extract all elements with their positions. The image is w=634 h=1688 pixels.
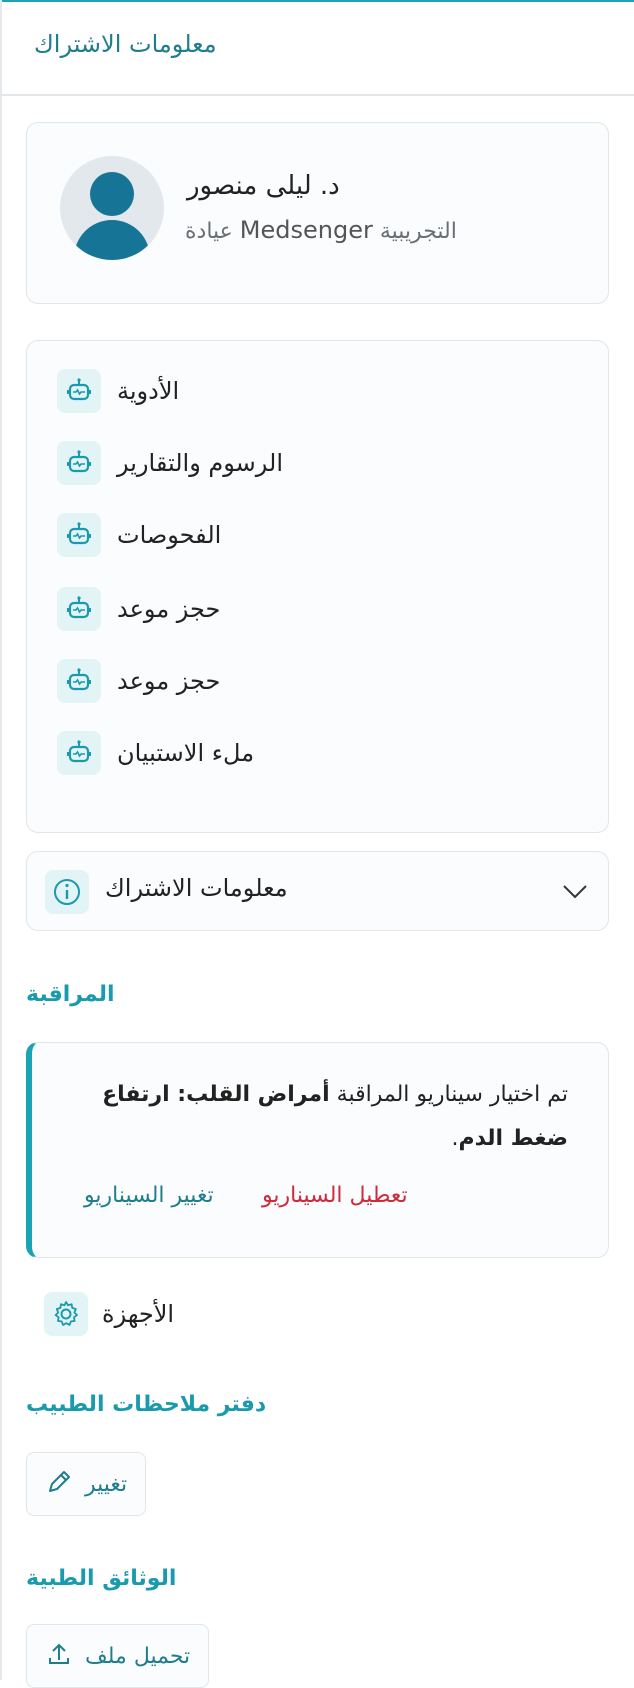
pencil-icon [45, 1468, 73, 1500]
robot-icon [57, 441, 101, 485]
service-item[interactable]: ملء الاستبيان [57, 731, 254, 775]
documents-title: الوثائق الطبية [26, 1566, 177, 1591]
service-item[interactable]: حجز موعد [57, 659, 220, 703]
doctor-profile-card: د. ليلى منصور التجريبية Medsenger عيادة [26, 122, 609, 304]
robot-icon [57, 659, 101, 703]
disable-scenario-link[interactable]: تعطيل السيناريو [262, 1183, 408, 1208]
service-label: الأدوية [117, 377, 180, 405]
service-item[interactable]: الأدوية [57, 369, 179, 413]
service-item[interactable]: حجز موعد [57, 587, 220, 631]
upload-file-button[interactable]: تحميل ملف [26, 1624, 210, 1688]
service-label: حجز موعد [117, 667, 221, 695]
devices-label: الأجهزة [102, 1300, 175, 1328]
chevron-down-icon [560, 876, 590, 910]
avatar-body [74, 220, 150, 260]
subscription-info-label: معلومات الاشتراك [105, 874, 288, 902]
services-list: الأدوية الرسوم والتقارير الفحوصات حجز مو… [26, 340, 609, 833]
monitoring-title: المراقبة [26, 982, 115, 1007]
doctor-name: د. ليلى منصور [187, 171, 340, 201]
service-label: الرسوم والتقارير [117, 449, 283, 477]
monitoring-card: تم اختيار سيناريو المراقبة أمراض القلب: … [26, 1042, 609, 1258]
subscription-info-toggle[interactable]: معلومات الاشتراك [26, 851, 609, 931]
clinic-prefix: التجريبية [379, 219, 457, 244]
upload-file-label: تحميل ملف [85, 1643, 191, 1669]
service-label: الفحوصات [117, 521, 222, 549]
robot-icon [57, 731, 101, 775]
change-scenario-link[interactable]: تغيير السيناريو [84, 1183, 214, 1208]
service-item[interactable]: الفحوصات [57, 513, 221, 557]
page-title: معلومات الاشتراك [34, 30, 217, 58]
service-label: ملء الاستبيان [117, 739, 255, 767]
robot-icon [57, 369, 101, 413]
gear-icon [44, 1292, 88, 1336]
left-border [0, 0, 2, 1680]
notebook-title: دفتر ملاحظات الطبيب [26, 1392, 267, 1417]
avatar-head [90, 172, 134, 216]
devices-item[interactable]: الأجهزة [44, 1292, 174, 1336]
clinic-name: التجريبية Medsenger عيادة [185, 216, 457, 244]
monitoring-text-prefix: تم اختيار سيناريو المراقبة [336, 1082, 568, 1107]
info-icon [45, 870, 89, 914]
edit-notebook-button[interactable]: تغيير [26, 1452, 147, 1516]
service-label: حجز موعد [117, 595, 221, 623]
service-item[interactable]: الرسوم والتقارير [57, 441, 283, 485]
upload-icon [45, 1640, 73, 1672]
robot-icon [57, 587, 101, 631]
avatar [60, 156, 164, 260]
monitoring-description: تم اختيار سيناريو المراقبة أمراض القلب: … [56, 1073, 568, 1161]
clinic-suffix: عيادة [185, 219, 233, 244]
clinic-brand: Medsenger [239, 216, 373, 244]
edit-notebook-label: تغيير [85, 1471, 128, 1497]
robot-icon [57, 513, 101, 557]
page-header: معلومات الاشتراك [0, 0, 634, 96]
